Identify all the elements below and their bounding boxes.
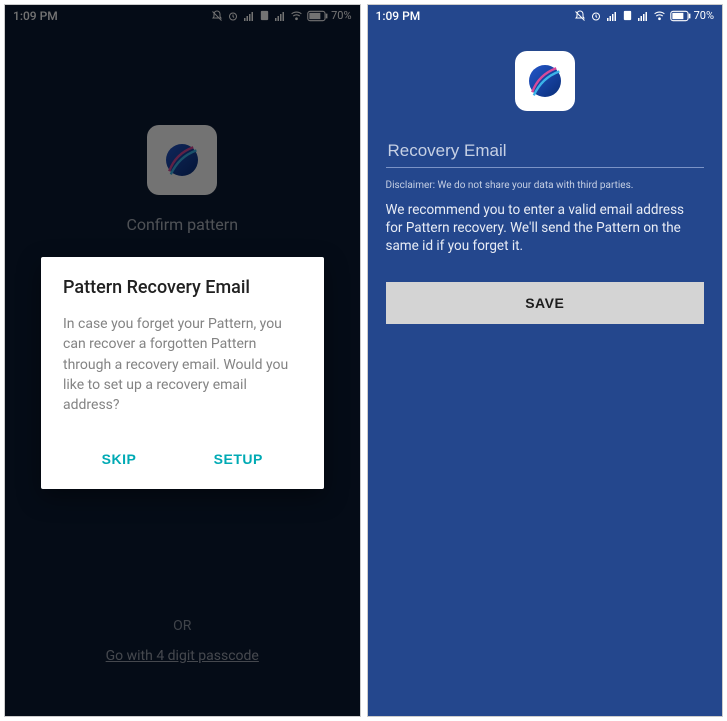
signal-icon <box>243 10 255 22</box>
save-button[interactable]: SAVE <box>386 282 705 324</box>
recovery-email-dialog: Pattern Recovery Email In case you forge… <box>41 257 324 489</box>
alarm-icon <box>590 10 602 22</box>
battery-percent: 70% <box>694 9 714 22</box>
confirm-pattern-heading: Confirm pattern <box>126 215 238 234</box>
dialog-actions: SKIP SETUP <box>63 439 302 479</box>
recovery-email-input[interactable] <box>386 137 705 168</box>
dialog-title: Pattern Recovery Email <box>63 277 302 298</box>
phone-screen-left: 1:09 PM 70% <box>4 4 361 717</box>
wifi-icon <box>290 9 303 22</box>
setup-button[interactable]: SETUP <box>198 443 279 475</box>
status-icons: 70% <box>211 9 351 22</box>
status-time: 1:09 PM <box>13 9 58 23</box>
app-icon <box>147 125 217 195</box>
disclaimer-text: Disclaimer: We do not share your data wi… <box>386 180 705 191</box>
dnd-icon <box>574 10 586 22</box>
battery-icon <box>670 10 692 22</box>
dialog-body: In case you forget your Pattern, you can… <box>63 314 302 415</box>
battery-icon <box>307 10 329 22</box>
dnd-icon <box>211 10 223 22</box>
battery-percent: 70% <box>331 9 351 22</box>
recovery-email-screen: Disclaimer: We do not share your data wi… <box>368 25 723 716</box>
signal2-icon <box>274 10 286 22</box>
signal2-icon <box>637 10 649 22</box>
app-icon <box>515 51 575 111</box>
or-divider: OR <box>173 618 191 634</box>
status-icons: 70% <box>574 9 714 22</box>
sim-icon <box>259 10 270 21</box>
status-bar: 1:09 PM 70% <box>368 5 723 25</box>
logo-icon <box>521 57 569 105</box>
status-time: 1:09 PM <box>376 9 421 23</box>
signal-icon <box>606 10 618 22</box>
logo-icon <box>158 136 206 184</box>
alarm-icon <box>227 10 239 22</box>
sim-icon <box>622 10 633 21</box>
recommend-text: We recommend you to enter a valid email … <box>386 201 705 256</box>
skip-button[interactable]: SKIP <box>86 443 153 475</box>
wifi-icon <box>653 9 666 22</box>
go-with-passcode-link[interactable]: Go with 4 digit passcode <box>106 648 259 664</box>
phone-screen-right: 1:09 PM 70% <box>367 4 724 717</box>
status-bar: 1:09 PM 70% <box>5 5 360 25</box>
